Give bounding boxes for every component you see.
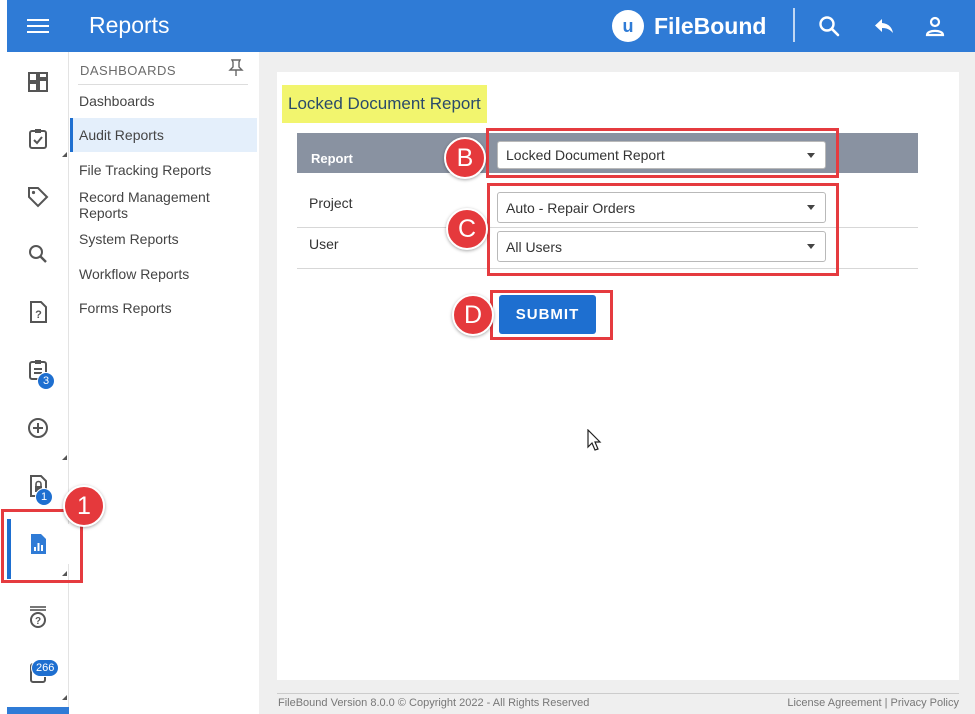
license-agreement-link[interactable]: License Agreement: [787, 697, 881, 709]
user-account-icon[interactable]: [923, 14, 947, 38]
submenu-item-dashboards[interactable]: Dashboards: [70, 84, 257, 118]
search-icon[interactable]: [817, 14, 841, 38]
submenu-item-forms-reports[interactable]: Forms Reports: [70, 291, 257, 325]
footer-divider: [277, 693, 959, 694]
icon-sidebar: ? 3 1 ? 266: [7, 52, 69, 714]
tasks-count-badge: 3: [37, 372, 55, 390]
reply-back-icon[interactable]: [872, 14, 896, 38]
project-label: Project: [309, 195, 353, 211]
rail-tasks[interactable]: [7, 119, 69, 159]
annotation-marker-c: C: [446, 208, 488, 250]
footer-links: License Agreement | Privacy Policy: [787, 697, 959, 709]
submenu-item-file-tracking-reports[interactable]: File Tracking Reports: [70, 153, 257, 187]
rail-bottom-accent: [7, 707, 69, 714]
footer-separator: |: [884, 697, 888, 709]
pin-icon[interactable]: [228, 59, 244, 77]
submenu-item-workflow-reports[interactable]: Workflow Reports: [70, 257, 257, 291]
filebound-logo-icon: u: [612, 10, 644, 42]
rail-locked-documents[interactable]: 1: [7, 466, 69, 506]
submenu-item-audit-reports[interactable]: Audit Reports: [70, 118, 257, 152]
hamburger-menu-icon[interactable]: [27, 16, 49, 36]
document-question-icon: ?: [30, 301, 47, 323]
list-help-icon: ?: [30, 606, 46, 628]
annotation-box-b: [486, 128, 839, 178]
locked-count-badge: 1: [35, 488, 53, 506]
page-title: Reports: [89, 12, 170, 38]
report-label: Report: [311, 151, 353, 166]
svg-text:?: ?: [35, 309, 42, 321]
report-title: Locked Document Report: [282, 85, 487, 123]
rail-help[interactable]: ?: [7, 597, 69, 637]
annotation-box-c: [487, 183, 839, 276]
user-label: User: [309, 236, 339, 252]
annotation-marker-b: B: [444, 137, 486, 179]
expand-corner-icon: [62, 455, 67, 460]
submenu-item-system-reports[interactable]: System Reports: [70, 222, 257, 256]
dashboard-grid-icon: [28, 72, 48, 92]
annotation-marker-d: D: [452, 294, 494, 336]
header-divider: [793, 8, 795, 42]
brand-name: FileBound: [654, 12, 767, 39]
mouse-pointer-icon: [587, 429, 602, 451]
top-bar: Reports u FileBound: [7, 0, 975, 52]
submenu-item-record-management-reports[interactable]: Record Management Reports: [70, 188, 257, 222]
rail-add[interactable]: [7, 408, 69, 460]
brand: u FileBound: [612, 9, 766, 43]
footer-version: FileBound Version 8.0.0 © Copyright 2022…: [278, 697, 590, 709]
rail-queue[interactable]: 266: [7, 652, 69, 700]
annotation-marker-1: 1: [63, 485, 105, 527]
rail-help-documents[interactable]: ?: [7, 292, 69, 332]
queue-count-badge: 266: [31, 659, 60, 677]
clipboard-check-icon: [29, 129, 47, 149]
rail-workflow-tasks[interactable]: 3: [7, 350, 69, 390]
search-icon: [29, 245, 47, 263]
privacy-policy-link[interactable]: Privacy Policy: [891, 697, 959, 709]
svg-text:?: ?: [35, 616, 41, 627]
rail-search[interactable]: [7, 234, 69, 274]
annotation-box-d: [490, 290, 613, 340]
expand-corner-icon: [62, 152, 67, 157]
reports-submenu: DASHBOARDS Dashboards Audit Reports File…: [70, 52, 258, 714]
tag-icon: [28, 187, 49, 208]
rail-dashboard[interactable]: [7, 62, 69, 102]
app-window: Reports u FileBound ? 3 1 ? 266 DASHBOAR…: [0, 0, 975, 714]
plus-circle-icon: [28, 418, 48, 438]
expand-corner-icon: [62, 695, 67, 700]
submenu-header: DASHBOARDS: [80, 63, 177, 78]
rail-tags[interactable]: [7, 177, 69, 217]
